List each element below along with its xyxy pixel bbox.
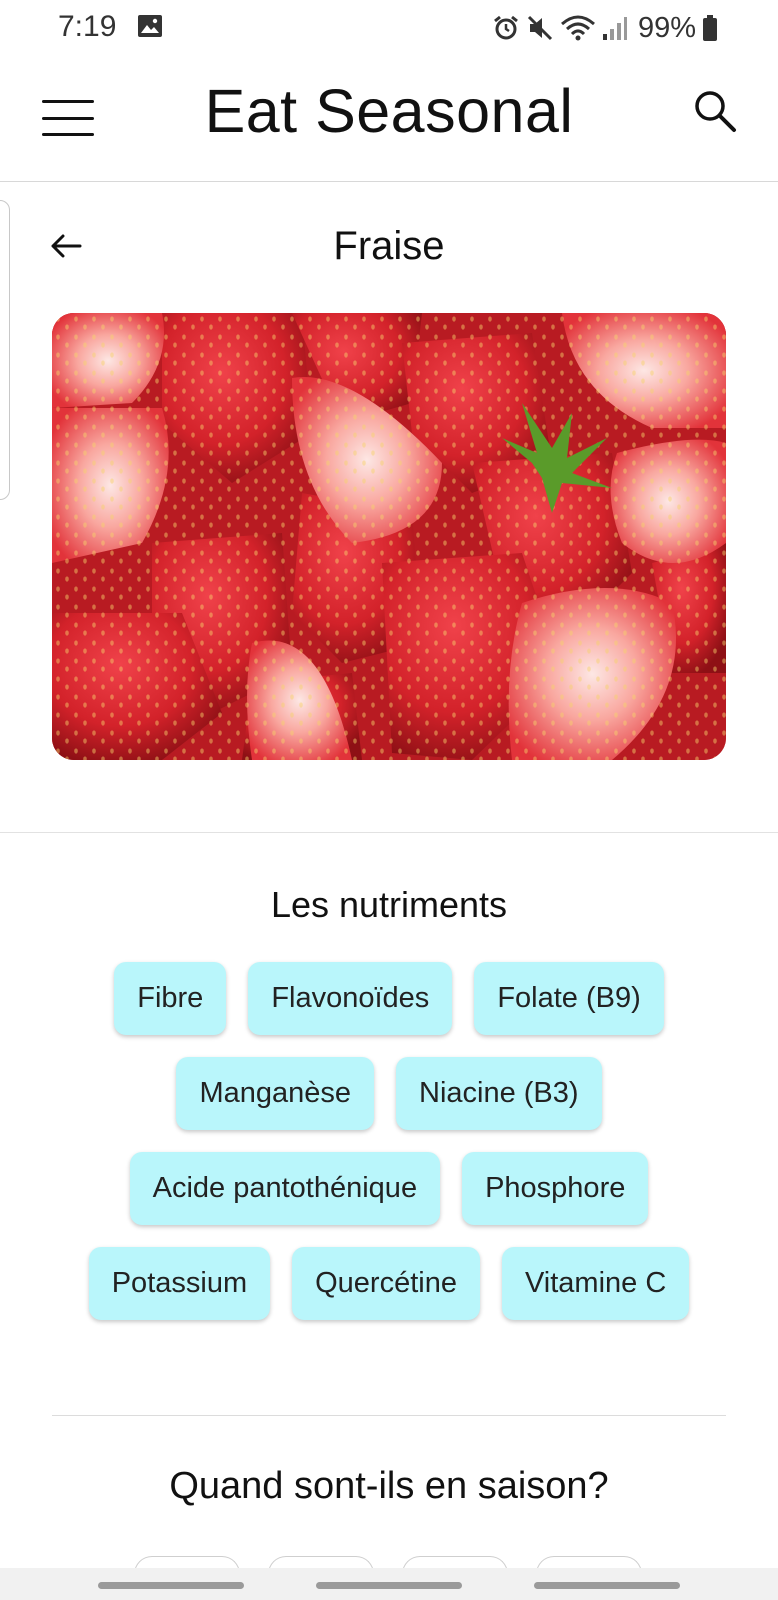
gesture-back[interactable] [534,1582,680,1589]
search-icon[interactable] [690,86,740,136]
gesture-bar [0,1568,778,1600]
nutrient-chip[interactable]: Manganèse [176,1057,374,1130]
nutrient-chip[interactable]: Quercétine [292,1247,480,1320]
strawberry-image [52,313,726,760]
status-time: 7:19 [58,10,117,43]
status-bar: 7:19 99% [0,0,778,56]
nutrients-title: Les nutriments [270,884,508,925]
nutrient-chip[interactable]: Niacine (B3) [396,1057,602,1130]
mute-icon [526,14,554,42]
battery-icon [702,14,718,42]
nutrient-chips: Fibre Flavonoïdes Folate (B9) Manganèse … [50,962,728,1320]
nutrient-chip[interactable]: Fibre [114,962,227,1035]
nutrient-chip[interactable]: Phosphore [462,1152,649,1225]
nutrient-chip[interactable]: Flavonoïdes [248,962,453,1035]
app-title: Eat Seasonal [204,77,574,145]
nutrient-chip[interactable]: Potassium [88,1247,271,1320]
status-icons: 99% [492,10,718,46]
detail-title: Fraise [333,224,445,268]
season-divider [52,1415,726,1416]
wifi-icon [560,14,596,42]
gesture-home[interactable] [316,1582,462,1589]
nutrient-chip[interactable]: Acide pantothénique [129,1152,441,1225]
nutrient-chip[interactable]: Vitamine C [501,1247,690,1320]
gallery-icon [137,14,163,38]
app-bar: Eat Seasonal [0,56,778,182]
nutrient-chip[interactable]: Folate (B9) [474,962,664,1035]
alarm-icon [492,14,520,42]
section-divider [0,832,778,833]
battery-percent: 99% [637,11,696,44]
app-screen: 7:19 99% Eat Seasonal Fraise Les nutrime… [0,0,778,1600]
gesture-recent[interactable] [98,1582,244,1589]
season-title: Quand sont-ils en saison? [169,1465,609,1507]
signal-icon [602,14,628,42]
